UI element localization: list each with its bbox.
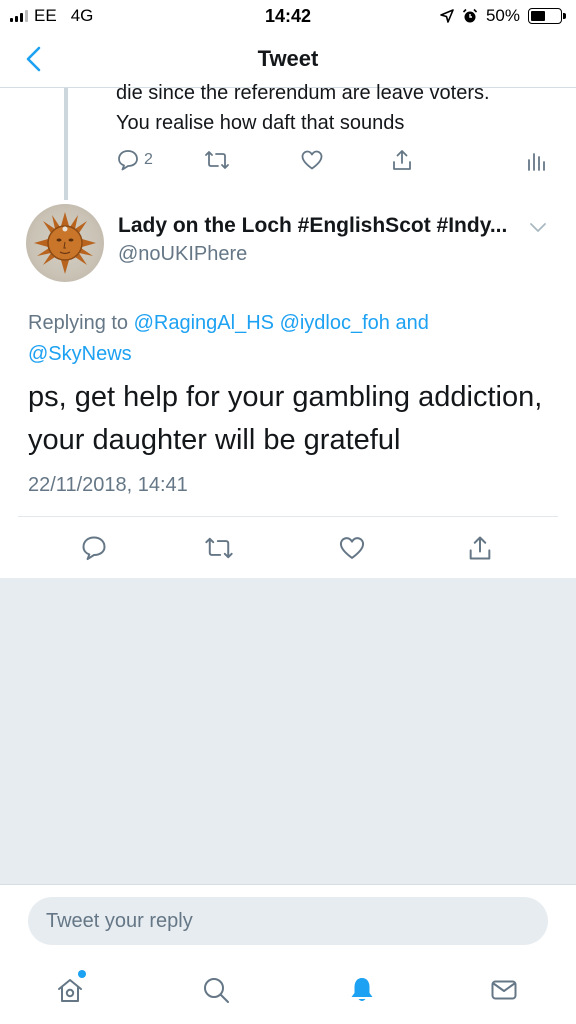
tweet-body: ps, get help for your gambling addiction… bbox=[28, 381, 543, 456]
battery-percent: 50% bbox=[485, 6, 520, 25]
share-button[interactable] bbox=[390, 148, 414, 172]
mention-link[interactable]: @SkyNews bbox=[28, 343, 132, 365]
share-icon bbox=[393, 150, 411, 170]
retweet-icon bbox=[205, 151, 229, 169]
status-bar: EE 4G 14:42 50% bbox=[0, 0, 576, 36]
previous-tweet-actions: 2 bbox=[116, 148, 556, 178]
author-name[interactable]: Lady on the Loch #EnglishScot #Indy... bbox=[118, 214, 507, 238]
like-button[interactable] bbox=[300, 148, 324, 172]
replying-to: Replying to @RagingAl_HS @iydloc_foh and… bbox=[28, 308, 548, 370]
notification-dot bbox=[78, 970, 86, 978]
reply-bar: Tweet your reply bbox=[0, 884, 576, 958]
location-icon bbox=[440, 9, 454, 23]
search-icon bbox=[204, 978, 229, 1003]
previous-tweet-text[interactable]: die since the referendum are leave voter… bbox=[116, 78, 556, 138]
thread-line bbox=[64, 88, 68, 200]
tab-notifications[interactable] bbox=[342, 970, 382, 1010]
reply-icon bbox=[82, 536, 106, 561]
reply-input[interactable]: Tweet your reply bbox=[28, 897, 548, 945]
share-button[interactable] bbox=[466, 534, 494, 567]
alarm-icon bbox=[462, 8, 478, 23]
heart-icon bbox=[339, 537, 365, 559]
share-icon bbox=[469, 536, 491, 560]
tab-home[interactable] bbox=[50, 970, 90, 1010]
analytics-icon bbox=[528, 153, 545, 171]
empty-replies-area bbox=[0, 578, 576, 884]
divider bbox=[18, 516, 558, 517]
battery-icon bbox=[528, 8, 566, 24]
chevron-down-icon[interactable] bbox=[528, 220, 548, 234]
avatar[interactable] bbox=[26, 204, 104, 282]
tweet-timestamp: 22/11/2018, 14:41 bbox=[28, 474, 188, 496]
tab-bar bbox=[0, 958, 576, 1024]
page-title: Tweet bbox=[257, 46, 319, 71]
tab-search[interactable] bbox=[196, 970, 236, 1010]
replying-prefix: Replying to bbox=[28, 312, 134, 334]
heart-icon bbox=[301, 150, 323, 170]
author-handle[interactable]: @noUKIPhere bbox=[118, 243, 247, 266]
sun-face-avatar-image bbox=[34, 212, 96, 274]
previous-tweet-line-2: You realise how daft that sounds bbox=[116, 112, 405, 134]
tab-messages[interactable] bbox=[484, 970, 524, 1010]
reply-button[interactable]: 2 bbox=[116, 148, 153, 172]
retweet-icon bbox=[205, 537, 233, 559]
previous-tweet-line-1: die since the referendum are leave voter… bbox=[116, 82, 490, 104]
reply-icon bbox=[118, 150, 138, 171]
mention-link[interactable]: @iydloc_foh bbox=[280, 312, 390, 334]
mention-and[interactable]: and bbox=[390, 312, 428, 334]
tweet-actions bbox=[0, 530, 576, 570]
envelope-icon bbox=[491, 980, 517, 1000]
analytics-button[interactable] bbox=[526, 148, 546, 172]
like-button[interactable] bbox=[338, 534, 366, 567]
bell-icon bbox=[351, 978, 373, 1001]
reply-button[interactable] bbox=[80, 534, 108, 567]
reply-count: 2 bbox=[144, 151, 153, 168]
mention-link[interactable]: @RagingAl_HS bbox=[134, 312, 274, 334]
retweet-button[interactable] bbox=[204, 148, 230, 172]
home-icon bbox=[58, 979, 82, 1002]
retweet-button[interactable] bbox=[204, 534, 234, 567]
